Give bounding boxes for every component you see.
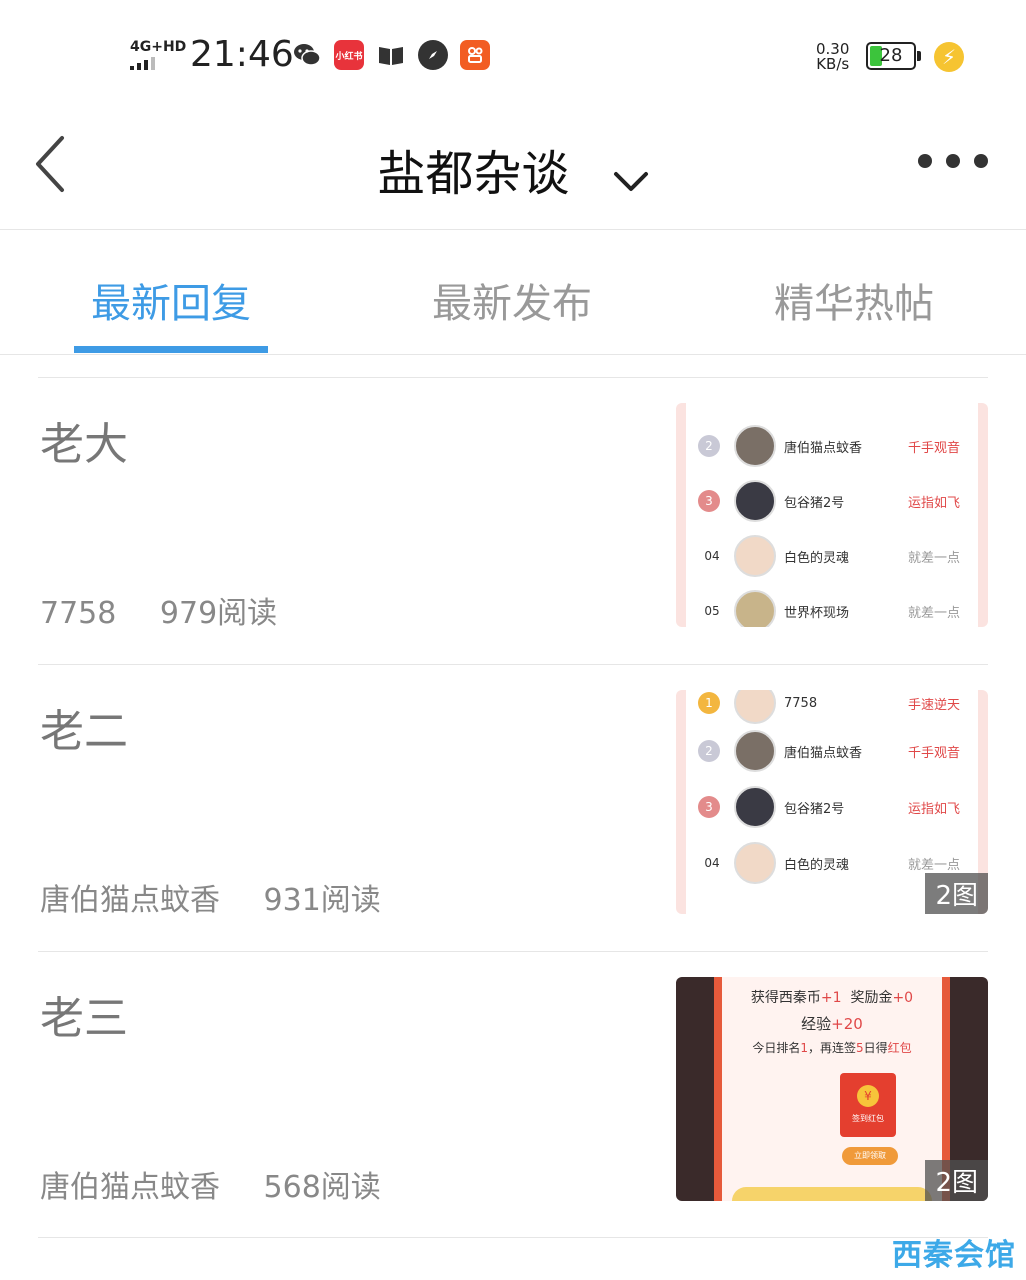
ranking-tag: 就差一点 xyxy=(908,857,961,873)
avatar xyxy=(734,425,776,467)
network-label: 4G+HD xyxy=(130,39,187,55)
medal-icon: 3 xyxy=(698,490,720,512)
ranking-number: 04 xyxy=(704,549,720,563)
charging-icon: ⚡ xyxy=(934,42,964,72)
post-list: 老大 7758 979阅读 2 唐伯猫点蚊香 千手观音 3 包谷猪2号 运指如飞 xyxy=(38,377,988,1238)
signal-bars-icon xyxy=(130,57,186,70)
ranking-tag: 千手观音 xyxy=(908,745,961,761)
ranking-tag: 千手观音 xyxy=(908,440,961,456)
forum-title-dropdown[interactable]: 盐都杂谈 xyxy=(0,134,1026,205)
clock: 21:46 xyxy=(190,34,294,75)
avatar xyxy=(734,690,776,724)
image-count-badge: 2图 xyxy=(925,873,988,914)
red-envelope-icon: ¥ 签到红包 xyxy=(840,1073,896,1137)
ranking-name: 世界杯现场 xyxy=(784,605,850,621)
post-reads: 931阅读 xyxy=(263,883,381,918)
chevron-down-icon xyxy=(613,149,649,205)
ranking-number: 04 xyxy=(704,856,720,870)
ranking-tag: 就差一点 xyxy=(908,605,961,621)
signal-indicator: 4G+HD xyxy=(130,40,186,70)
post-thumbnail: 1 7758 手速逆天 2 唐伯猫点蚊香 千手观音 3 包谷猪2号 运指如飞 0… xyxy=(676,690,988,914)
wechat-icon xyxy=(292,40,322,70)
image-count-badge: 2图 xyxy=(925,1160,988,1201)
medal-icon: 2 xyxy=(698,435,720,457)
more-options-button[interactable] xyxy=(918,154,988,168)
avatar xyxy=(734,480,776,522)
more-dots-icon xyxy=(918,154,932,168)
ranking-name: 白色的灵魂 xyxy=(784,857,850,873)
avatar xyxy=(734,535,776,577)
post-title: 老三 xyxy=(40,993,128,1044)
ranking-tag: 手速逆天 xyxy=(908,697,961,713)
claim-button: 立即领取 xyxy=(842,1147,898,1165)
post-thumbnail: 获得西秦币+1 奖励金+0 经验+20 今日排名1，再连签5日得红包 ¥ 签到红… xyxy=(676,977,988,1201)
post-meta: 7758 979阅读 xyxy=(40,588,277,632)
post-reads: 979阅读 xyxy=(159,596,278,631)
tab-latest-post[interactable]: 最新发布 xyxy=(382,271,642,329)
reader-icon xyxy=(376,40,406,70)
ranking-name: 包谷猪2号 xyxy=(784,801,845,817)
ranking-row: 05 世界杯现场 就差一点 xyxy=(698,586,978,627)
ranking-tag: 运指如飞 xyxy=(908,801,961,817)
avatar xyxy=(734,730,776,772)
medal-icon: 1 xyxy=(698,692,720,714)
notification-icons: 小红书 xyxy=(292,40,490,70)
post-item[interactable]: 老二 唐伯猫点蚊香 931阅读 1 7758 手速逆天 2 唐伯猫点蚊香 千手观… xyxy=(38,664,988,951)
ranking-number: 05 xyxy=(704,604,720,618)
post-item[interactable]: 老三 唐伯猫点蚊香 568阅读 获得西秦币+1 奖励金+0 经验+20 今日排名… xyxy=(38,951,988,1238)
ranking-row: 3 包谷猪2号 运指如飞 xyxy=(698,476,978,526)
post-author: 唐伯猫点蚊香 xyxy=(40,883,220,918)
video-reward-button xyxy=(732,1187,932,1201)
battery-icon: 28 xyxy=(866,42,921,70)
ranking-name: 唐伯猫点蚊香 xyxy=(784,745,863,761)
nav-bar: 盐都杂谈 xyxy=(0,110,1026,230)
ranking-name: 7758 xyxy=(784,695,818,711)
ranking-list-image: 2 唐伯猫点蚊香 千手观音 3 包谷猪2号 运指如飞 04 白色的灵魂 就差一点 xyxy=(676,403,988,627)
kuaishou-icon xyxy=(460,40,490,70)
tab-featured[interactable]: 精华热帖 xyxy=(724,271,984,329)
post-meta: 唐伯猫点蚊香 931阅读 xyxy=(40,875,381,919)
page-title: 盐都杂谈 xyxy=(377,146,570,202)
post-author: 唐伯猫点蚊香 xyxy=(40,1170,220,1205)
reward-line-1: 获得西秦币+1 奖励金+0 xyxy=(750,990,914,1006)
post-title: 老大 xyxy=(40,419,128,470)
watermark-logo: 西秦会馆 xyxy=(892,1238,1016,1273)
compass-icon xyxy=(418,40,448,70)
post-item[interactable]: 老大 7758 979阅读 2 唐伯猫点蚊香 千手观音 3 包谷猪2号 运指如飞 xyxy=(38,377,988,664)
post-title: 老二 xyxy=(40,706,128,757)
ranking-tag: 就差一点 xyxy=(908,550,961,566)
ranking-row: 04 白色的灵魂 就差一点 xyxy=(698,531,978,581)
ranking-name: 唐伯猫点蚊香 xyxy=(784,440,863,456)
medal-icon: 3 xyxy=(698,796,720,818)
avatar xyxy=(734,842,776,884)
tab-bar: 最新回复 最新发布 精华热帖 xyxy=(0,231,1026,355)
ranking-tag: 运指如飞 xyxy=(908,495,961,511)
ranking-name: 包谷猪2号 xyxy=(784,495,845,511)
tab-latest-reply[interactable]: 最新回复 xyxy=(41,271,301,329)
ranking-row: 2 唐伯猫点蚊香 千手观音 xyxy=(698,421,978,471)
post-thumbnail: 2 唐伯猫点蚊香 千手观音 3 包谷猪2号 运指如飞 04 白色的灵魂 就差一点 xyxy=(676,403,988,627)
post-author: 7758 xyxy=(40,596,117,631)
network-speed: 0.30 KB/s xyxy=(816,42,849,72)
ranking-row: 1 7758 手速逆天 xyxy=(698,690,978,728)
medal-icon: 2 xyxy=(698,740,720,762)
battery-level: 28 xyxy=(879,45,903,66)
post-reads: 568阅读 xyxy=(263,1170,381,1205)
ranking-name: 白色的灵魂 xyxy=(784,550,850,566)
reward-line-2: 经验+20 xyxy=(801,1015,863,1033)
avatar xyxy=(734,590,776,627)
ranking-row: 3 包谷猪2号 运指如飞 xyxy=(698,782,978,832)
status-bar: 4G+HD 21:46 小红书 0.30 KB/s 28 ⚡ xyxy=(0,0,1026,110)
post-meta: 唐伯猫点蚊香 568阅读 xyxy=(40,1162,381,1206)
active-tab-indicator xyxy=(74,346,268,353)
network-speed-unit: KB/s xyxy=(816,55,850,73)
ranking-row: 2 唐伯猫点蚊香 千手观音 xyxy=(698,726,978,776)
avatar xyxy=(734,786,776,828)
reward-line-3: 今日排名1，再连签5日得红包 xyxy=(752,1041,912,1055)
xiaohongshu-icon: 小红书 xyxy=(334,40,364,70)
